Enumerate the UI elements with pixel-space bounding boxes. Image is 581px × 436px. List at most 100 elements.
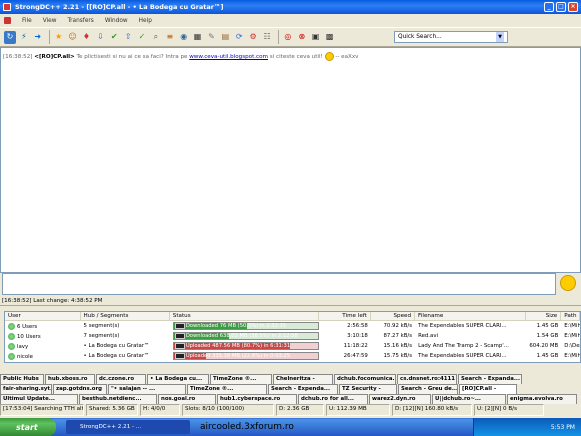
hub-status-line: [16:38:52] Last change: 4:38:52 PM <box>0 296 581 306</box>
menu-file[interactable]: File <box>22 18 32 24</box>
hub-tab[interactable]: • La Bodega cu... <box>147 374 209 384</box>
cell-size: 1.45 GB <box>536 353 559 359</box>
watermark: aircooled.3xforum.ro <box>200 422 294 432</box>
refresh-icon[interactable]: ⟳ <box>233 31 245 44</box>
chat-link[interactable]: www.ceva-util.blogspot.com <box>189 54 268 60</box>
menu-view[interactable]: View <box>43 18 57 24</box>
app-menu-icon[interactable] <box>4 17 11 24</box>
cell-user: 10 Users <box>5 332 81 340</box>
quick-search-combo[interactable]: Quick Search... ▼ <box>394 31 508 43</box>
hub-tab[interactable]: Search - Expanda... <box>458 374 522 384</box>
options-icon[interactable]: ☷ <box>261 31 273 44</box>
minimize-button[interactable]: _ <box>544 2 554 12</box>
menu-transfers[interactable]: Transfers <box>67 18 93 24</box>
limiter-icon[interactable]: ⊗ <box>296 31 308 44</box>
status-downloaded: D: 2.36 GB <box>276 404 324 416</box>
hub-tab[interactable]: cs.dnsnet.ro:4111 <box>397 374 457 384</box>
taskbar-app-button[interactable]: StrongDC++ 2.21 - ... <box>66 420 190 434</box>
follow-icon[interactable]: ➜ <box>32 31 44 44</box>
hub-tab[interactable]: dc.czone.ro <box>96 374 146 384</box>
hub-tab[interactable]: U||dchub.ro~... <box>432 394 506 404</box>
hub-tab[interactable]: hub1.cyberspace.ro <box>217 394 297 404</box>
hub-tab[interactable]: TimeZone ®... <box>187 384 267 394</box>
clock: 5:53 PM <box>550 423 575 431</box>
upload-queue-icon[interactable]: ⇧ <box>122 31 134 44</box>
hub-tab[interactable]: "• salajan -- ... <box>108 384 186 394</box>
col-speed[interactable]: Speed <box>371 312 416 320</box>
user-name: 10 Users <box>17 333 41 340</box>
quick-search-input[interactable]: Quick Search... <box>398 34 442 40</box>
reconnect-icon[interactable]: ⚡ <box>18 31 30 44</box>
user-icon <box>8 342 15 350</box>
file-list-icon[interactable]: ▤ <box>219 31 231 44</box>
adl-search-icon[interactable]: ≡ <box>164 31 176 44</box>
hub-tab[interactable]: TimeZone ®... <box>210 374 272 384</box>
title-bar: StrongDC++ 2.21 - [[RO]CP.all - • La Bod… <box>0 0 581 14</box>
cell-status: Downloaded 638.02 MB (38.5%) in 2:12:58 <box>170 332 319 340</box>
finished-uploads-icon[interactable]: ✓ <box>136 31 148 44</box>
connect-icon[interactable]: ↻ <box>4 30 16 44</box>
chevron-down-icon[interactable]: ▼ <box>496 32 504 42</box>
col-hub[interactable]: Hub / Segments <box>81 312 170 320</box>
maximize-button[interactable]: □ <box>556 2 566 12</box>
col-time-left[interactable]: Time left <box>319 312 371 320</box>
cdm-debug-icon[interactable]: ▩ <box>324 31 336 44</box>
search-spy-icon[interactable]: ◉ <box>178 31 190 44</box>
progress-bar: Uploaded 487.56 MB (80.7%) in 6:31:31 <box>172 342 319 350</box>
cell-hub: 5 segment(s) <box>83 323 120 329</box>
progress-bar: Downloaded 76 MB (50.5%) in 2:32:15 <box>172 322 319 330</box>
hub-tab[interactable]: Search - Greu de... <box>398 384 458 394</box>
chat-window[interactable]: [16:38:52] <[RO]CP.all> Te plictisesti s… <box>0 47 581 273</box>
status-bar: [17:53:04] Searching TTH alte Shared: 5.… <box>0 404 581 416</box>
queue-icon[interactable]: ⇩ <box>94 31 106 44</box>
status-hubs: H: 4/0/0 <box>140 404 180 416</box>
status-upload-speed: U: [2][N] 0 B/s <box>474 404 544 416</box>
emoticon-button[interactable] <box>560 275 576 291</box>
hub-tab[interactable]: Chelneritza - <box>273 374 333 384</box>
close-button[interactable]: × <box>568 2 578 12</box>
hub-tab[interactable]: TZ Security - <box>339 384 397 394</box>
system-tray: 5:53 PM <box>473 418 581 436</box>
hub-tab[interactable]: zap.gotdns.org <box>53 384 107 394</box>
col-user[interactable]: User <box>5 312 81 320</box>
settings-icon[interactable]: ⚙ <box>247 31 259 44</box>
table-row[interactable]: 6 Users 5 segment(s) Downloaded 76 MB (50.… <box>5 321 580 331</box>
col-status[interactable]: Status <box>170 312 319 320</box>
finished-icon[interactable]: ✔ <box>108 31 120 44</box>
hub-tab[interactable]: Search - Expenda... <box>268 384 338 394</box>
hub-tab[interactable]: nos.goal.ro <box>158 394 216 404</box>
hub-tab[interactable]: dchub.focomunica... <box>334 374 396 384</box>
notepad-icon[interactable]: ✎ <box>205 31 217 44</box>
hub-tab[interactable]: hub.xboss.ro <box>45 374 95 384</box>
table-row[interactable]: lavy • La Bodega cu Gratar™ Uploaded 487.5… <box>5 341 580 351</box>
menu-window[interactable]: Window <box>105 18 128 24</box>
hub-tab[interactable]: [RO]CP.all - <box>459 384 517 394</box>
col-size[interactable]: Size <box>526 312 562 320</box>
away-icon[interactable]: ◎ <box>282 31 294 44</box>
favorites-icon[interactable]: ★ <box>53 31 65 44</box>
col-filename[interactable]: Filename <box>415 312 526 320</box>
cell-status: Downloaded 76 MB (50.5%) in 2:32:15 <box>170 322 319 330</box>
chat-timestamp: [16:38:52] <box>3 54 33 60</box>
system-log-icon[interactable]: ▣ <box>310 31 322 44</box>
users-icon[interactable]: ☺ <box>67 31 79 44</box>
menu-help[interactable]: Help <box>139 18 152 24</box>
hub-tab[interactable]: Public Hubs <box>0 374 44 384</box>
start-button[interactable]: start <box>0 418 56 436</box>
hub-tab[interactable]: enigma.evolva.ro <box>507 394 577 404</box>
hub-tab[interactable]: Ultimul Update... <box>0 394 78 404</box>
recent-icon[interactable]: ♦ <box>80 31 92 44</box>
hub-tab[interactable]: fair-sharing.syt... <box>0 384 52 394</box>
chat-input[interactable] <box>2 273 556 295</box>
chat-nick[interactable]: <[RO]CP.all> <box>34 54 74 60</box>
hub-tab[interactable]: besthub.netdienc... <box>79 394 157 404</box>
cell-speed: 15.75 kB/s <box>383 353 413 359</box>
table-row[interactable]: 10 Users 7 segment(s) Downloaded 638.02 MB… <box>5 331 580 341</box>
hub-tab[interactable]: warez2.dyn.ro <box>369 394 431 404</box>
table-row[interactable]: nicole • La Bodega cu Gratar™ Uploaded 335… <box>5 351 580 361</box>
col-path[interactable]: Path <box>561 312 580 320</box>
search-icon[interactable]: ⌕ <box>150 31 162 44</box>
menu-bar: File View Transfers Window Help <box>0 14 581 27</box>
hub-tab[interactable]: dchub.ro for all... <box>298 394 368 404</box>
network-stats-icon[interactable]: ▦ <box>192 31 204 44</box>
